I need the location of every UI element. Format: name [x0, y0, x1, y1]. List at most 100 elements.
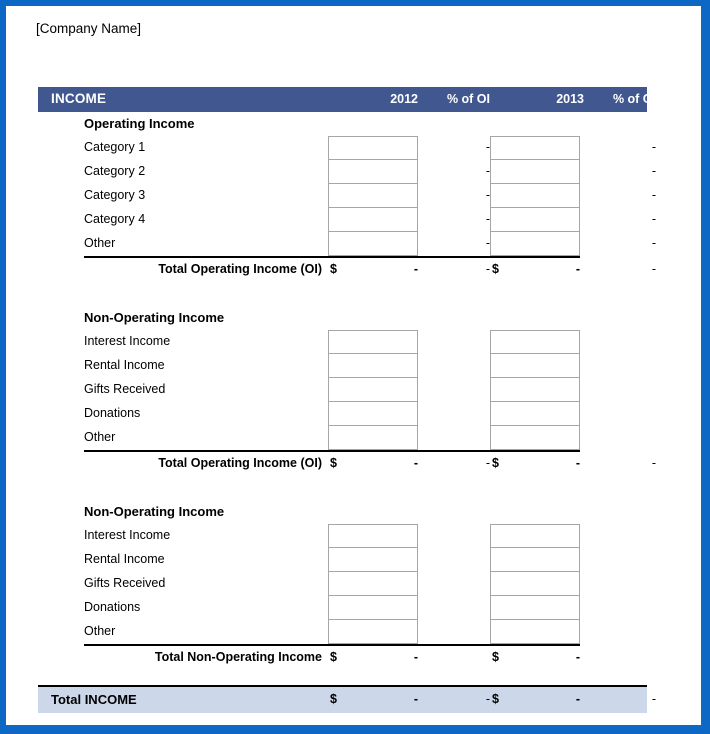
total-label: Total Operating Income (OI)	[158, 262, 322, 276]
table-row: Other	[38, 426, 642, 450]
pct-cell-2012: -	[485, 212, 490, 226]
table-row: Interest Income	[38, 330, 642, 354]
table-row: Other	[38, 620, 642, 644]
input-cell-2012[interactable]	[328, 402, 418, 426]
table-row: Interest Income	[38, 524, 642, 548]
row-label: Interest Income	[84, 334, 171, 348]
total-rule	[84, 450, 580, 452]
section-title-row: Operating Income	[38, 112, 642, 136]
input-cell-2012[interactable]	[328, 354, 418, 378]
input-cell-2012[interactable]	[328, 620, 418, 644]
grand-currency-2013: $	[492, 692, 499, 706]
total-rule	[84, 256, 580, 258]
table-row: Donations	[38, 402, 642, 426]
pct-cell-2013: -	[651, 164, 656, 178]
input-cell-2012[interactable]	[328, 378, 418, 402]
row-label: Rental Income	[84, 358, 165, 372]
pct-cell-2013: -	[651, 140, 656, 154]
currency-symbol-2012: $	[330, 456, 337, 470]
pct-cell-2013: -	[651, 188, 656, 202]
input-cell-2013[interactable]	[490, 184, 580, 208]
input-cell-2013[interactable]	[490, 160, 580, 184]
column-header-year-2012: 2012	[390, 92, 418, 106]
table-row: Other - -	[38, 232, 656, 256]
row-label: Interest Income	[84, 528, 171, 542]
pct-cell-2012: -	[485, 188, 490, 202]
input-cell-2012[interactable]	[328, 572, 418, 596]
grand-currency-2012: $	[330, 692, 337, 706]
grand-pct-2013: -	[651, 692, 656, 706]
total-amount-2012: -	[413, 456, 418, 470]
input-cell-2013[interactable]	[490, 596, 580, 620]
section-total-row: Total Operating Income (OI) $ - - $ - -	[38, 256, 656, 282]
currency-symbol-2013: $	[492, 262, 499, 276]
grand-amount-2013: -	[575, 692, 580, 706]
table-row: Donations	[38, 596, 642, 620]
income-statement-table: INCOME 2012 % of OI 2013 % of OI Operati…	[38, 87, 656, 713]
row-label: Category 3	[84, 188, 146, 202]
input-cell-2012[interactable]	[328, 524, 418, 548]
row-label: Gifts Received	[84, 576, 166, 590]
grand-total-spacer	[38, 670, 642, 685]
row-label: Other	[84, 236, 116, 250]
total-amount-2013: -	[575, 262, 580, 276]
section-title-row: Non-Operating Income	[38, 306, 642, 330]
input-cell-2012[interactable]	[328, 330, 418, 354]
input-cell-2013[interactable]	[490, 232, 580, 256]
input-cell-2013[interactable]	[490, 426, 580, 450]
row-label: Category 1	[84, 140, 146, 154]
section-title: Operating Income	[84, 116, 195, 131]
input-cell-2013[interactable]	[490, 402, 580, 426]
row-label: Rental Income	[84, 552, 165, 566]
total-amount-2012: -	[413, 262, 418, 276]
pct-cell-2013: -	[651, 236, 656, 250]
input-cell-2013[interactable]	[490, 572, 580, 596]
input-cell-2012[interactable]	[328, 232, 418, 256]
input-cell-2012[interactable]	[328, 596, 418, 620]
total-pct-2012: -	[485, 456, 490, 470]
section-non-operating-income-2: Non-Operating Income Interest Income Ren…	[38, 500, 642, 670]
section-title-row: Non-Operating Income	[38, 500, 642, 524]
total-amount-2012: -	[413, 650, 418, 664]
input-cell-2012[interactable]	[328, 136, 418, 160]
grand-pct-2012: -	[485, 692, 490, 706]
input-cell-2013[interactable]	[490, 208, 580, 232]
table-row: Category 4 - -	[38, 208, 656, 232]
input-cell-2013[interactable]	[490, 378, 580, 402]
company-name-field[interactable]: [Company Name]	[36, 21, 141, 36]
currency-symbol-2013: $	[492, 456, 499, 470]
grand-amount-2012: -	[413, 692, 418, 706]
table-row: Category 2 - -	[38, 160, 656, 184]
grand-total-row: Total INCOME $ - - $ - -	[38, 685, 656, 713]
input-cell-2013[interactable]	[490, 330, 580, 354]
input-cell-2013[interactable]	[490, 620, 580, 644]
pct-cell-2012: -	[485, 164, 490, 178]
pct-cell-2012: -	[485, 236, 490, 250]
table-row: Gifts Received	[38, 572, 642, 596]
input-cell-2012[interactable]	[328, 208, 418, 232]
currency-symbol-2013: $	[492, 650, 499, 664]
input-cell-2013[interactable]	[490, 354, 580, 378]
column-header-year-2013: 2013	[556, 92, 584, 106]
table-header-row: INCOME 2012 % of OI 2013 % of OI	[38, 87, 656, 112]
row-label: Donations	[84, 406, 141, 420]
pct-cell-2012: -	[485, 140, 490, 154]
currency-symbol-2012: $	[330, 262, 337, 276]
row-label: Category 2	[84, 164, 146, 178]
section-title: Non-Operating Income	[84, 504, 225, 519]
input-cell-2012[interactable]	[328, 426, 418, 450]
total-label: Total Non-Operating Income	[154, 650, 322, 664]
row-label: Donations	[84, 600, 141, 614]
total-pct-2013: -	[651, 262, 656, 276]
input-cell-2012[interactable]	[328, 184, 418, 208]
table-header-title: INCOME	[51, 91, 107, 106]
row-label: Other	[84, 430, 116, 444]
table-row: Rental Income	[38, 548, 642, 572]
input-cell-2013[interactable]	[490, 548, 580, 572]
input-cell-2012[interactable]	[328, 548, 418, 572]
currency-symbol-2012: $	[330, 650, 337, 664]
input-cell-2013[interactable]	[490, 524, 580, 548]
input-cell-2012[interactable]	[328, 160, 418, 184]
input-cell-2013[interactable]	[490, 136, 580, 160]
